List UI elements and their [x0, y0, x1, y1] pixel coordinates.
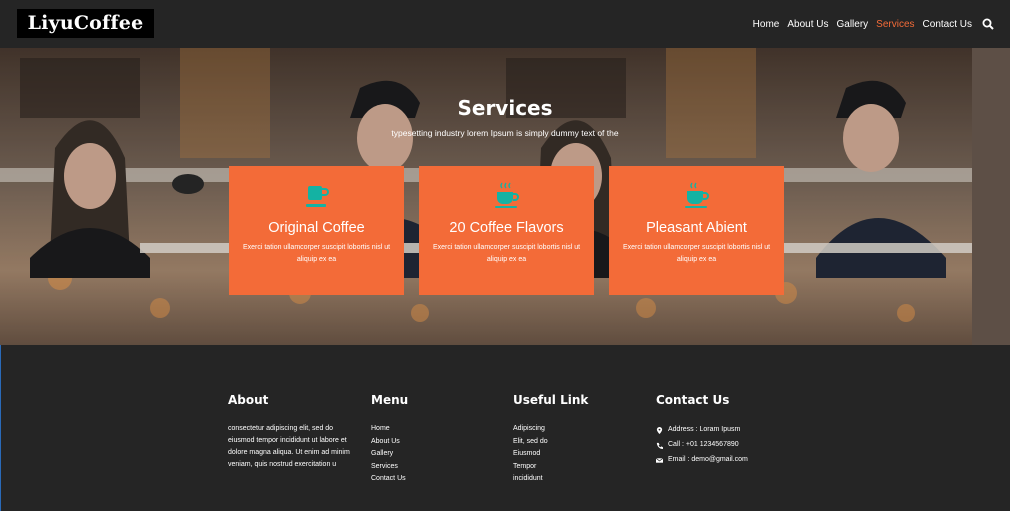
footer-useful-link[interactable]: Adipiscing	[513, 423, 588, 436]
service-card-text: Exerci tation ullamcorper suscipit lobor…	[432, 244, 581, 263]
page-edge-line	[0, 345, 1, 511]
footer-menu-title: Menu	[371, 393, 409, 407]
service-card-title: Pleasant Abient	[646, 220, 747, 236]
footer-menu-home[interactable]: Home	[371, 423, 408, 436]
footer-menu-gallery[interactable]: Gallery	[371, 448, 408, 461]
nav-contact-us[interactable]: Contact Us	[923, 19, 972, 30]
service-card-text: Exerci tation ullamcorper suscipit lobor…	[622, 244, 771, 263]
main-nav: Home About Us Gallery Services Contact U…	[753, 0, 994, 48]
nav-home[interactable]: Home	[753, 19, 780, 30]
footer-useful-link[interactable]: Eiusmod	[513, 448, 588, 461]
service-card[interactable]: 20 Coffee Flavors Exerci tation ullamcor…	[419, 166, 594, 295]
contact-call-text: Call : +01 1234567890	[668, 441, 739, 449]
nav-services[interactable]: Services	[876, 19, 914, 30]
footer-contact-title: Contact Us	[656, 393, 730, 407]
service-card-title: Original Coffee	[268, 220, 365, 236]
site-header: LiyuCoffee Home About Us Gallery Service…	[0, 0, 1010, 48]
contact-call: Call : +01 1234567890	[656, 438, 748, 453]
services-section: Services typesetting industry lorem Ipsu…	[0, 48, 1010, 345]
nav-about-us[interactable]: About Us	[787, 19, 828, 30]
footer-useful-link[interactable]: Tempor	[513, 461, 588, 474]
service-card[interactable]: Original Coffee Exerci tation ullamcorpe…	[229, 166, 404, 295]
footer-menu: Menu Home About Us Gallery Services Cont…	[371, 393, 408, 486]
footer-about-text: consectetur adipiscing elit, sed do eius…	[228, 425, 350, 468]
footer-useful-links: Useful Link Adipiscing Elit, sed do Eius…	[513, 393, 588, 486]
envelope-icon	[656, 458, 663, 463]
search-icon[interactable]	[982, 18, 994, 30]
service-card[interactable]: Pleasant Abient Exerci tation ullamcorpe…	[609, 166, 784, 295]
footer-menu-contact-us[interactable]: Contact Us	[371, 473, 408, 486]
services-title: Services	[457, 96, 553, 120]
footer-menu-services[interactable]: Services	[371, 461, 408, 474]
map-pin-icon	[656, 427, 663, 434]
service-card-text: Exerci tation ullamcorper suscipit lobor…	[242, 244, 391, 263]
coffee-cup-icon	[684, 182, 709, 208]
footer-contact: Contact Us Address : Loram Ipusm Call : …	[656, 393, 748, 468]
footer-about-title: About	[228, 393, 269, 407]
services-subtitle: typesetting industry lorem Ipsum is simp…	[391, 128, 619, 138]
site-footer: About consectetur adipiscing elit, sed d…	[0, 345, 1010, 511]
site-logo[interactable]: LiyuCoffee	[17, 9, 154, 38]
service-cards: Original Coffee Exerci tation ullamcorpe…	[229, 166, 784, 295]
footer-useful-title: Useful Link	[513, 393, 589, 407]
contact-email: Email : demo@gmail.com	[656, 453, 748, 468]
phone-icon	[656, 442, 663, 449]
contact-email-text: Email : demo@gmail.com	[668, 456, 748, 464]
footer-useful-link[interactable]: Elit, sed do	[513, 436, 588, 449]
service-card-title: 20 Coffee Flavors	[449, 220, 564, 236]
footer-about: About consectetur adipiscing elit, sed d…	[228, 393, 358, 471]
contact-address-text: Address : Loram Ipusm	[668, 426, 741, 434]
nav-gallery[interactable]: Gallery	[836, 19, 868, 30]
footer-useful-link[interactable]: incididunt	[513, 473, 588, 486]
contact-address: Address : Loram Ipusm	[656, 423, 748, 438]
coffee-cup-icon	[305, 186, 329, 207]
coffee-cup-icon	[494, 182, 519, 208]
footer-menu-about-us[interactable]: About Us	[371, 436, 408, 449]
